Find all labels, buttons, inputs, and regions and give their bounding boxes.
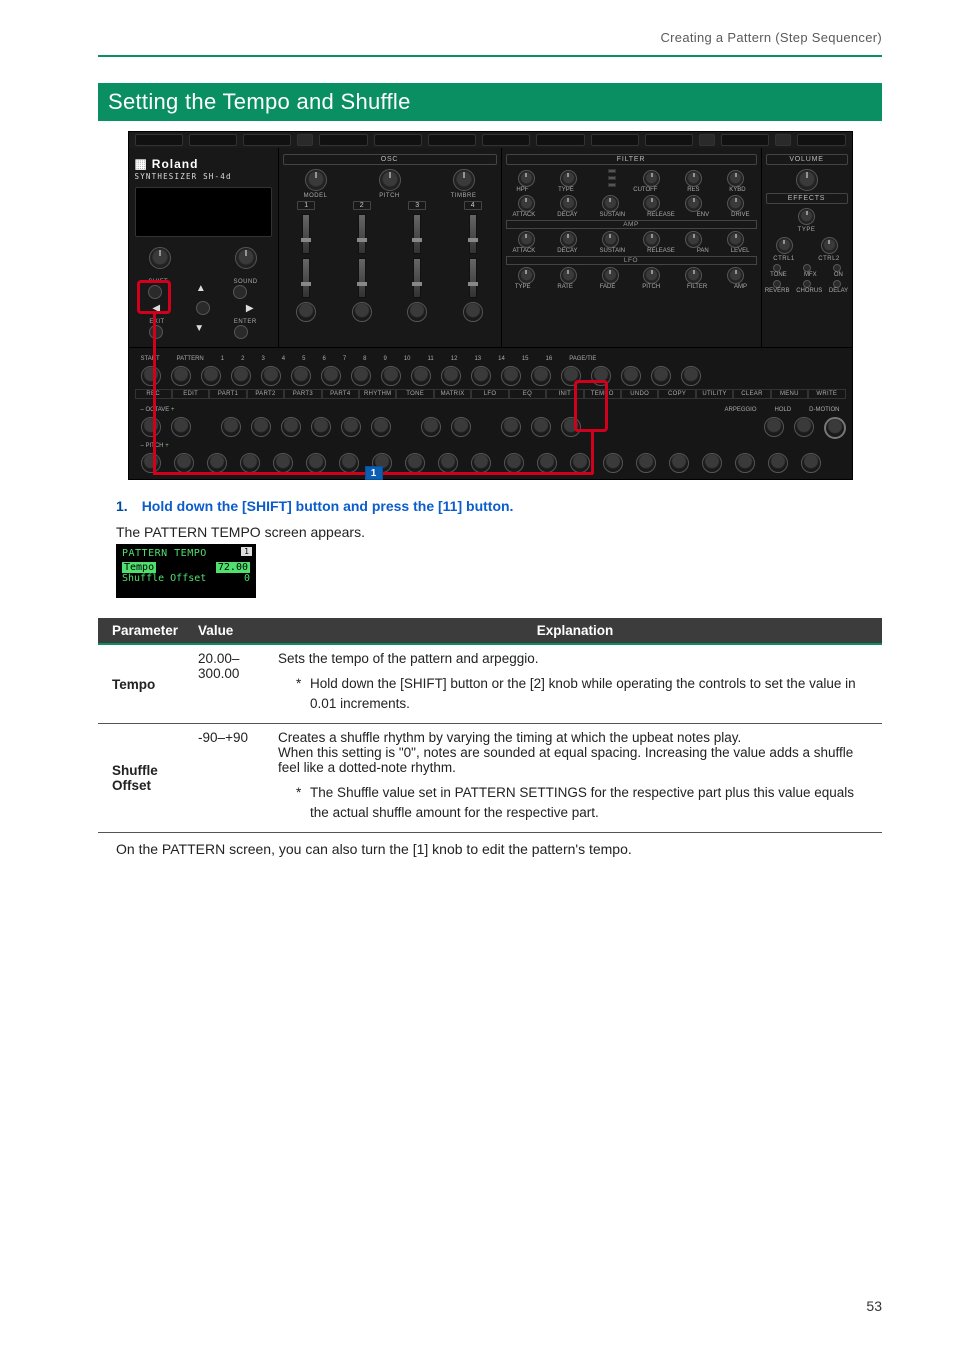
osc-timbre-knob <box>453 169 475 191</box>
volume-section-label: VOLUME <box>766 154 848 165</box>
col-value: Value <box>188 618 268 644</box>
effects-section-label: EFFECTS <box>766 193 848 204</box>
col-parameter: Parameter <box>98 618 188 644</box>
step-1: 1. Hold down the [SHIFT] button and pres… <box>116 498 882 514</box>
osc-model-knob <box>305 169 327 191</box>
footnote: On the PATTERN screen, you can also turn… <box>116 841 882 857</box>
filter-section-label: FILTER <box>506 154 757 165</box>
parameter-table: Parameter Value Explanation Tempo 20.00–… <box>98 618 882 833</box>
callout-1-badge: 1 <box>365 466 383 480</box>
section-title: Setting the Tempo and Shuffle <box>98 83 882 121</box>
left-knob-1 <box>149 247 171 269</box>
exit-button <box>149 325 163 339</box>
page-number: 53 <box>866 1298 882 1314</box>
osc-section-label: OSC <box>283 154 497 165</box>
header-divider <box>98 55 882 57</box>
volume-knob <box>796 169 818 191</box>
pattern-tempo-lcd: PATTERN TEMPO 1 Tempo72.00 Shuffle Offse… <box>116 544 256 598</box>
sound-button <box>233 285 247 299</box>
screen-appears-text: The PATTERN TEMPO screen appears. <box>116 524 882 540</box>
synth-screen <box>135 187 272 237</box>
step-text: Hold down the [SHIFT] button and press t… <box>142 498 514 514</box>
osc-btn-2 <box>352 302 372 322</box>
osc-btn-4 <box>463 302 483 322</box>
d-motion-button <box>824 417 846 439</box>
table-row: Shuffle Offset -90–+90 Creates a shuffle… <box>98 724 882 833</box>
osc-pitch-knob <box>379 169 401 191</box>
col-explanation: Explanation <box>268 618 882 644</box>
step-number: 1. <box>116 498 128 514</box>
breadcrumb: Creating a Pattern (Step Sequencer) <box>98 30 882 45</box>
shift-button <box>148 285 162 299</box>
product-subtitle: SYNTHESIZER SH-4d <box>135 172 272 181</box>
dpad-center <box>196 301 210 315</box>
enter-button <box>234 325 248 339</box>
osc-btn-3 <box>407 302 427 322</box>
left-knob-2 <box>235 247 257 269</box>
osc-btn-1 <box>296 302 316 322</box>
brand-logo: ▦Roland <box>135 156 272 172</box>
synth-panel-figure: ▦Roland SYNTHESIZER SH-4d SHIFT ▲ SOUND <box>128 131 853 480</box>
table-row: Tempo 20.00–300.00 Sets the tempo of the… <box>98 644 882 724</box>
